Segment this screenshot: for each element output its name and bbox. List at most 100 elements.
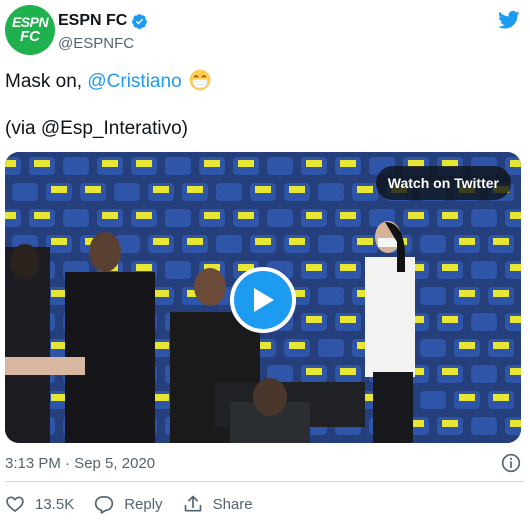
play-button[interactable] bbox=[230, 267, 296, 333]
tweet-header: ESPN FC ESPN FC @ESPNFC bbox=[5, 5, 525, 61]
stadium-seat bbox=[114, 183, 140, 201]
seat-tag bbox=[5, 160, 16, 167]
tweet-timestamp[interactable]: 3:13 PM · Sep 5, 2020 bbox=[5, 455, 155, 472]
stadium-seat bbox=[420, 235, 446, 253]
avatar[interactable]: ESPN FC bbox=[5, 5, 55, 55]
seat-tag bbox=[340, 212, 356, 219]
seat-tag bbox=[459, 342, 475, 349]
seat-tag bbox=[153, 186, 169, 193]
share-icon bbox=[184, 495, 201, 512]
seat-tag bbox=[510, 316, 521, 323]
seat-tag bbox=[442, 316, 458, 323]
seat-tag bbox=[136, 264, 152, 271]
seat-tag bbox=[34, 212, 50, 219]
stadium-seat bbox=[471, 365, 497, 383]
avatar-text-line2: FC bbox=[20, 27, 40, 45]
seat-tag bbox=[153, 394, 169, 401]
reply-button[interactable]: Reply bbox=[94, 494, 163, 514]
seat-tag bbox=[238, 160, 254, 167]
seat-tag bbox=[340, 264, 356, 271]
video-player[interactable]: Watch on Twitter bbox=[5, 152, 521, 443]
seat-tag bbox=[85, 186, 101, 193]
seat-tag bbox=[306, 160, 322, 167]
seat-tag bbox=[238, 212, 254, 219]
seat-tag bbox=[5, 212, 16, 219]
watch-on-twitter-button[interactable]: Watch on Twitter bbox=[375, 166, 511, 200]
stadium-seat bbox=[420, 287, 446, 305]
stadium-seat bbox=[12, 183, 38, 201]
seat-tag bbox=[442, 264, 458, 271]
stadium-seat bbox=[267, 157, 293, 175]
stadium-seat bbox=[165, 157, 191, 175]
stadium-seat bbox=[420, 339, 446, 357]
stadium-seat bbox=[165, 261, 191, 279]
reply-label: Reply bbox=[124, 495, 163, 513]
stadium-seat bbox=[420, 391, 446, 409]
seat-tag bbox=[289, 186, 305, 193]
account-handle[interactable]: @ESPNFC bbox=[58, 35, 134, 52]
stadium-seat bbox=[165, 209, 191, 227]
seat-tag bbox=[289, 342, 305, 349]
seat-tag bbox=[510, 160, 521, 167]
seat-tag bbox=[153, 290, 169, 297]
stadium-seat bbox=[267, 209, 293, 227]
seat-tag bbox=[493, 290, 509, 297]
seat-tag bbox=[204, 160, 220, 167]
stadium-seat bbox=[471, 261, 497, 279]
display-name[interactable]: ESPN FC bbox=[58, 12, 127, 30]
stadium-seat bbox=[63, 209, 89, 227]
stadium-seat bbox=[318, 287, 344, 305]
twitter-bird-icon[interactable] bbox=[498, 10, 520, 30]
seat-tag bbox=[51, 342, 67, 349]
seat-tag bbox=[493, 394, 509, 401]
seat-tag bbox=[340, 160, 356, 167]
mention-link[interactable]: @Cristiano bbox=[87, 71, 181, 92]
seat-tag bbox=[442, 368, 458, 375]
seat-tag bbox=[153, 342, 169, 349]
share-button[interactable]: Share bbox=[183, 494, 253, 514]
seat-tag bbox=[255, 186, 271, 193]
seat-tag bbox=[340, 368, 356, 375]
stadium-seat bbox=[471, 313, 497, 331]
seat-tag bbox=[442, 420, 458, 427]
seat-tag bbox=[442, 212, 458, 219]
seat-tag bbox=[102, 160, 118, 167]
seat-tag bbox=[306, 368, 322, 375]
seat-tag bbox=[459, 394, 475, 401]
stadium-seat bbox=[318, 235, 344, 253]
name-row: ESPN FC bbox=[58, 12, 148, 30]
seat-tag bbox=[34, 160, 50, 167]
seat-tag bbox=[493, 238, 509, 245]
seat-tag bbox=[102, 212, 118, 219]
seat-tag bbox=[459, 290, 475, 297]
divider bbox=[5, 481, 525, 482]
play-icon bbox=[254, 288, 274, 312]
stadium-seat bbox=[318, 339, 344, 357]
verified-badge-icon bbox=[132, 13, 148, 29]
seat-tag bbox=[408, 212, 424, 219]
seat-tag bbox=[493, 342, 509, 349]
stadium-seat bbox=[471, 209, 497, 227]
seat-tag bbox=[306, 316, 322, 323]
seat-tag bbox=[510, 264, 521, 271]
seat-tag bbox=[459, 238, 475, 245]
stadium-seat bbox=[318, 183, 344, 201]
seat-tag bbox=[357, 186, 373, 193]
seat-tag bbox=[187, 238, 203, 245]
like-button[interactable]: 13.5K bbox=[5, 494, 74, 514]
stadium-seat bbox=[216, 235, 242, 253]
seat-tag bbox=[153, 238, 169, 245]
stadium-seat bbox=[63, 157, 89, 175]
via-text: (via @Esp_Interativo) bbox=[5, 118, 188, 139]
stadium-seat bbox=[216, 183, 242, 201]
info-icon[interactable] bbox=[501, 453, 521, 473]
seat-tag bbox=[51, 394, 67, 401]
seat-tag bbox=[51, 290, 67, 297]
seat-tag bbox=[357, 238, 373, 245]
like-count: 13.5K bbox=[35, 495, 75, 513]
mask-emoji-icon bbox=[189, 69, 211, 91]
seat-tag bbox=[289, 238, 305, 245]
stadium-seat bbox=[471, 417, 497, 435]
share-label: Share bbox=[212, 495, 253, 513]
seat-tag bbox=[510, 420, 521, 427]
